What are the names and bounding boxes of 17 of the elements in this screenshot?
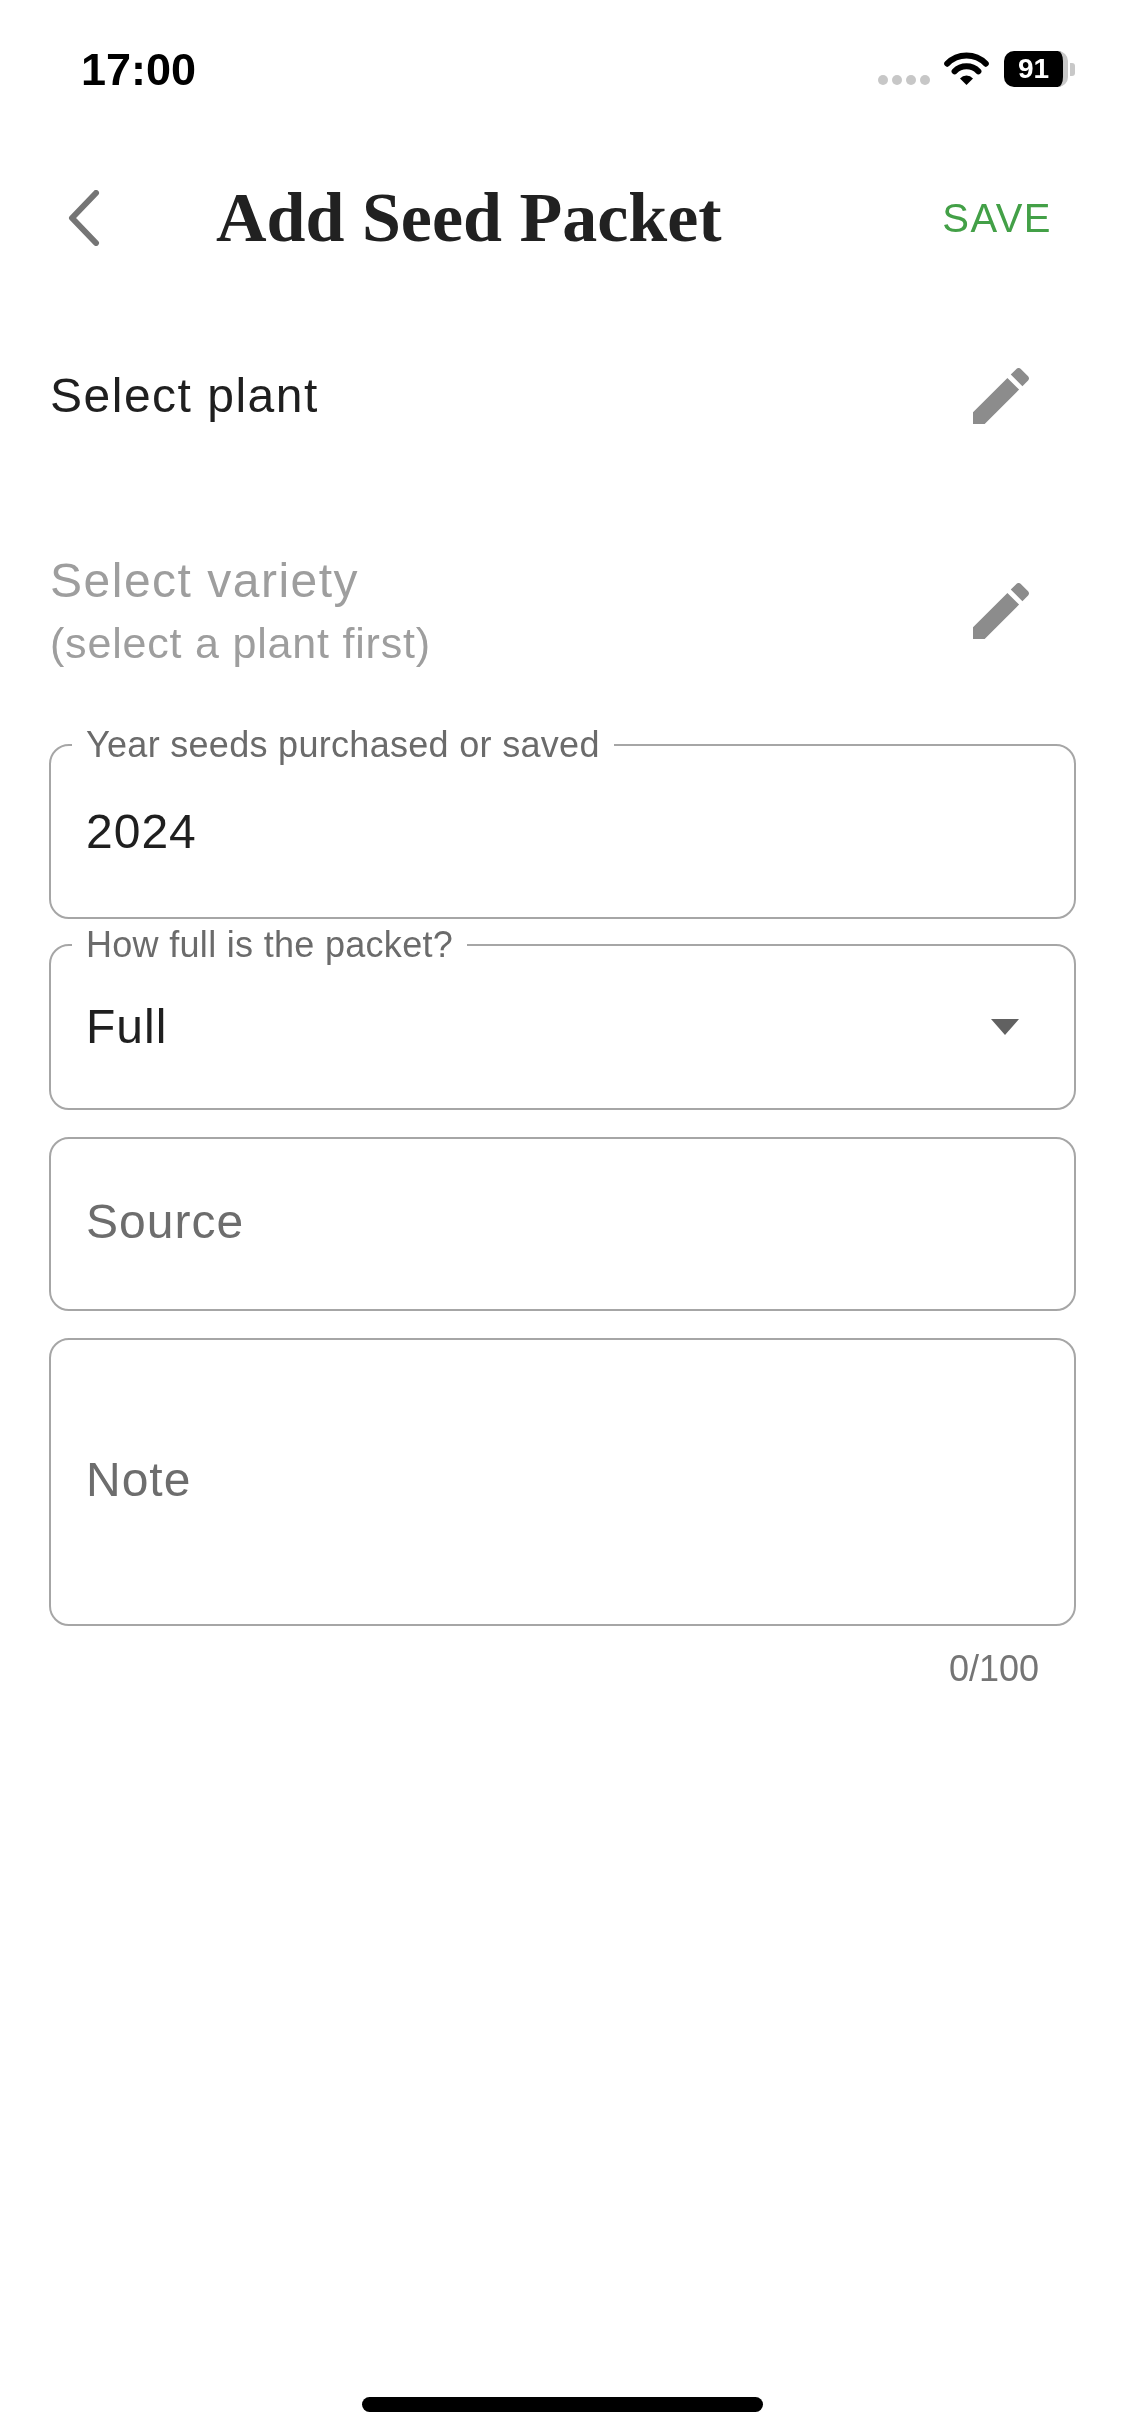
- character-counter: 0/100: [948, 1647, 1039, 1691]
- battery-indicator: 91: [1004, 51, 1075, 87]
- wifi-icon: [944, 52, 989, 86]
- screen-title: Add Seed Packet: [216, 183, 722, 253]
- text-field[interactable]: Year seeds purchased or saved 2024: [49, 727, 1076, 919]
- picker-row[interactable]: Select plant: [0, 298, 1125, 494]
- note-field[interactable]: Note: [49, 1338, 1076, 1626]
- text-field[interactable]: Source: [49, 1137, 1076, 1311]
- status-time: 17:00: [81, 46, 197, 92]
- field-label: How full is the packet?: [85, 927, 455, 963]
- caret-icon: [991, 1019, 1019, 1035]
- back-icon[interactable]: [68, 190, 100, 246]
- field-label: Year seeds purchased or saved: [85, 727, 601, 763]
- dropdown-field[interactable]: How full is the packet? Full: [49, 927, 1076, 1110]
- signal-icon: [878, 75, 930, 85]
- pencil-icon[interactable]: [973, 368, 1029, 424]
- save-button[interactable]: SAVE: [942, 198, 1052, 238]
